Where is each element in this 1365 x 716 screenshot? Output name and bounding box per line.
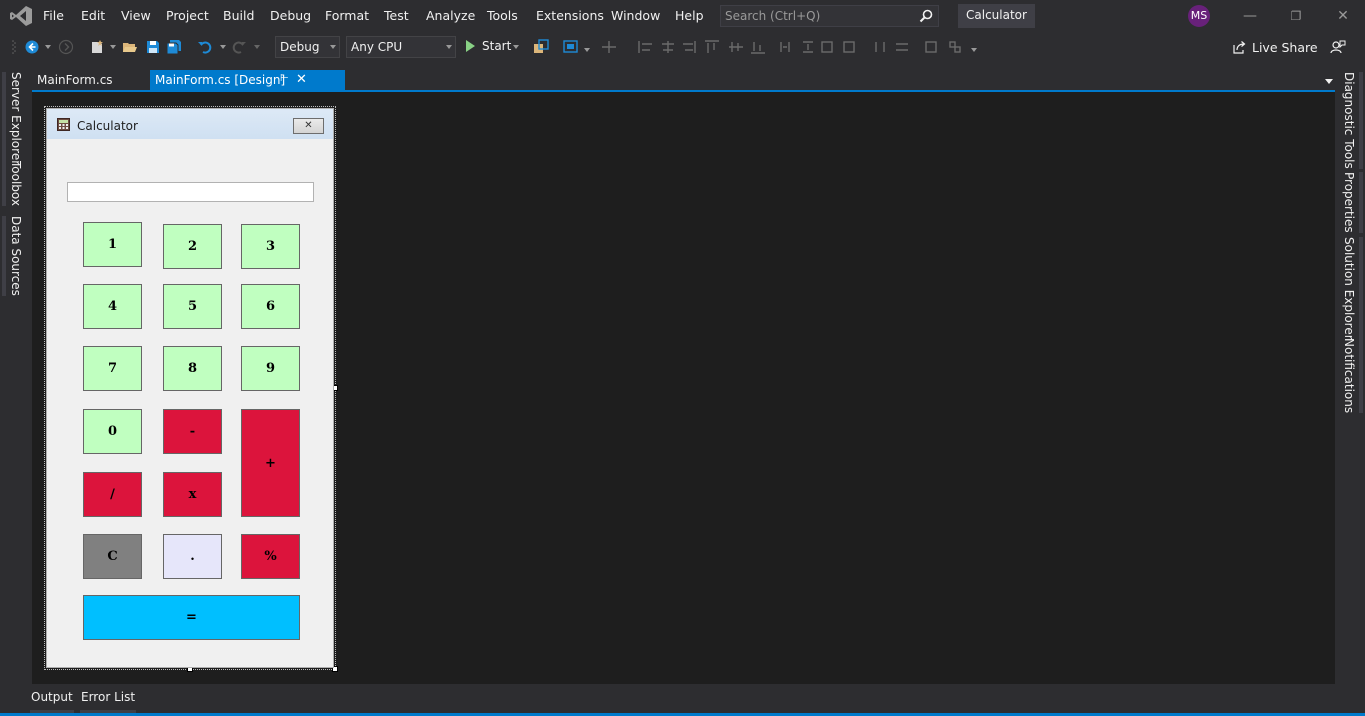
- button-9[interactable]: 9: [241, 346, 300, 391]
- button-8[interactable]: 8: [163, 346, 222, 391]
- visual-studio-logo-icon[interactable]: [9, 5, 33, 27]
- feedback-icon[interactable]: [1330, 39, 1346, 55]
- platform-select[interactable]: Any CPU: [346, 36, 456, 58]
- solution-title: Calculator: [958, 4, 1035, 28]
- bottom-tool-window-tabs: Output Error List: [0, 684, 1365, 716]
- share-icon: [1233, 41, 1246, 54]
- configuration-select[interactable]: Debug: [275, 36, 340, 58]
- menu-build[interactable]: Build: [223, 8, 254, 23]
- menu-extensions[interactable]: Extensions: [536, 8, 604, 23]
- form-title: Calculator: [77, 119, 138, 133]
- back-dropdown-icon[interactable]: [45, 45, 51, 49]
- platform-value: Any CPU: [351, 40, 403, 54]
- diagnostic-tools-tab[interactable]: Diagnostic Tools: [1342, 72, 1363, 169]
- calculator-display[interactable]: [67, 182, 314, 202]
- form-close-button[interactable]: ✕: [293, 118, 324, 134]
- equals-button[interactable]: =: [83, 595, 300, 640]
- navigate-forward-icon[interactable]: [58, 39, 74, 55]
- toolbar-overflow-icon[interactable]: [971, 48, 977, 52]
- search-icon[interactable]: [919, 9, 933, 23]
- live-share-label: Live Share: [1252, 40, 1318, 55]
- calculator-form[interactable]: Calculator ✕ 1 2 3 4 5 6 7 8 9 0 - + / x…: [46, 108, 334, 668]
- close-window-icon[interactable]: ✕: [1333, 6, 1353, 26]
- button-3[interactable]: 3: [241, 224, 300, 269]
- tab-label: MainForm.cs [Design]: [155, 73, 286, 87]
- menu-edit[interactable]: Edit: [81, 8, 105, 23]
- menu-project[interactable]: Project: [166, 8, 209, 23]
- redo-icon[interactable]: [231, 39, 247, 55]
- form-titlebar: Calculator ✕: [47, 109, 333, 139]
- button-7[interactable]: 7: [83, 346, 142, 391]
- play-icon: [466, 40, 475, 52]
- menu-format[interactable]: Format: [325, 8, 369, 23]
- button-4[interactable]: 4: [83, 284, 142, 329]
- solution-explorer-tab[interactable]: Solution Explorer: [1342, 237, 1363, 340]
- decimal-button[interactable]: .: [163, 534, 222, 579]
- plus-button[interactable]: +: [241, 409, 300, 517]
- minimize-icon[interactable]: —: [1240, 6, 1260, 26]
- button-5[interactable]: 5: [163, 284, 222, 329]
- undo-icon[interactable]: [197, 39, 213, 55]
- left-tool-window-rail: Server Explorer Toolbox Data Sources: [0, 62, 32, 688]
- chevron-down-icon: [330, 45, 336, 49]
- new-project-icon[interactable]: [89, 39, 105, 55]
- standard-toolbar: Debug Any CPU Start Live Share: [0, 32, 1365, 62]
- new-dropdown-icon[interactable]: [110, 45, 116, 49]
- notifications-tab[interactable]: Notifications: [1342, 338, 1363, 414]
- menu-tools[interactable]: Tools: [487, 8, 518, 23]
- toolbar-grip-icon[interactable]: [12, 39, 16, 55]
- layout-dropdown-icon[interactable]: [584, 48, 590, 52]
- pin-icon[interactable]: ⊢: [280, 73, 289, 84]
- restore-icon[interactable]: ❐: [1286, 6, 1306, 26]
- button-1[interactable]: 1: [83, 222, 142, 267]
- navigate-back-icon[interactable]: [24, 39, 40, 55]
- user-avatar[interactable]: MS: [1188, 5, 1210, 27]
- save-all-icon[interactable]: [166, 39, 182, 55]
- menu-debug[interactable]: Debug: [270, 8, 311, 23]
- layout-toolbar-icons: [602, 40, 961, 54]
- menu-file[interactable]: File: [43, 8, 64, 23]
- output-tab[interactable]: Output: [30, 690, 74, 714]
- tab-list-dropdown-icon[interactable]: [1325, 79, 1333, 84]
- search-input[interactable]: [725, 8, 915, 24]
- properties-tab[interactable]: Properties: [1342, 172, 1363, 233]
- clear-button[interactable]: C: [83, 534, 142, 579]
- tab-order-icon[interactable]: [563, 39, 579, 55]
- close-tab-icon[interactable]: ✕: [296, 72, 307, 87]
- data-sources-tab[interactable]: Data Sources: [2, 216, 23, 296]
- browser-link-icon[interactable]: [533, 39, 549, 55]
- document-tab-strip: MainForm.cs MainForm.cs [Design] ⊢ ✕: [32, 70, 1335, 92]
- menu-window[interactable]: Window: [611, 8, 660, 23]
- server-explorer-tab[interactable]: Server Explorer: [2, 72, 23, 166]
- button-0[interactable]: 0: [83, 409, 142, 454]
- start-label: Start: [482, 39, 512, 53]
- menu-analyze[interactable]: Analyze: [426, 8, 475, 23]
- divide-button[interactable]: /: [83, 472, 142, 517]
- percent-button[interactable]: %: [241, 534, 300, 579]
- calculator-icon: [57, 118, 70, 131]
- tab-mainform-design[interactable]: MainForm.cs [Design] ⊢ ✕: [150, 70, 345, 92]
- configuration-value: Debug: [280, 40, 320, 54]
- right-tool-window-rail: Diagnostic Tools Properties Solution Exp…: [1335, 62, 1365, 688]
- search-box: [720, 5, 939, 27]
- minus-button[interactable]: -: [163, 409, 222, 454]
- chevron-down-icon: [446, 45, 452, 49]
- title-menu-bar: File Edit View Project Build Debug Forma…: [0, 0, 1365, 32]
- toolbox-tab[interactable]: Toolbox: [2, 161, 23, 206]
- tab-label: MainForm.cs: [37, 73, 113, 87]
- error-list-tab[interactable]: Error List: [79, 690, 137, 714]
- menu-test[interactable]: Test: [384, 8, 409, 23]
- button-2[interactable]: 2: [163, 224, 222, 269]
- open-file-icon[interactable]: [122, 39, 138, 55]
- chevron-down-icon: [513, 45, 519, 49]
- multiply-button[interactable]: x: [163, 472, 222, 517]
- tab-mainform-cs[interactable]: MainForm.cs: [32, 70, 118, 92]
- undo-dropdown-icon[interactable]: [220, 45, 226, 49]
- redo-dropdown-icon[interactable]: [254, 45, 260, 49]
- button-6[interactable]: 6: [241, 284, 300, 329]
- start-debugging-button[interactable]: Start: [462, 37, 522, 57]
- menu-view[interactable]: View: [121, 8, 151, 23]
- menu-help[interactable]: Help: [675, 8, 704, 23]
- save-icon[interactable]: [145, 39, 161, 55]
